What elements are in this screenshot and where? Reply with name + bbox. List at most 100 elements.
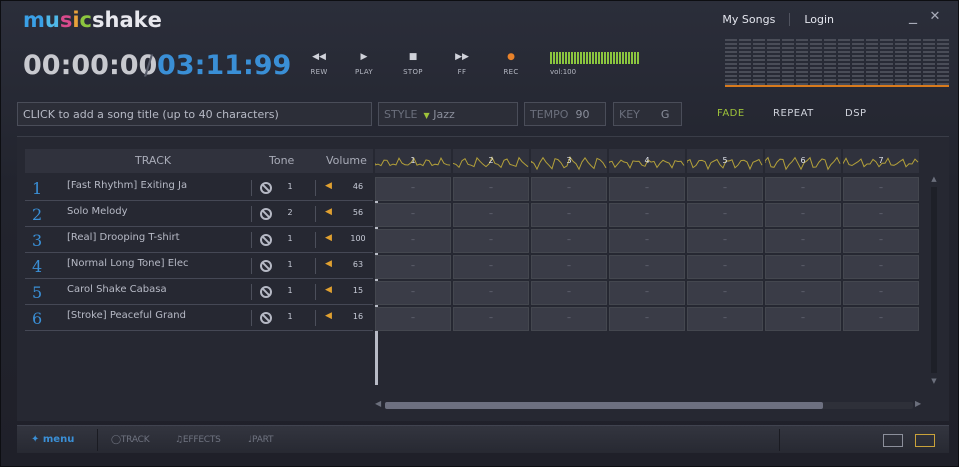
track-row[interactable]: 5 Carol Shake Cabasa 1 ◀ 15 [25,279,373,305]
effects-tool-button[interactable]: ♫EFFECTS [175,435,221,445]
track-volume[interactable]: 46 [343,182,373,191]
part-cell[interactable]: – [453,281,529,305]
track-tone[interactable]: 1 [283,182,297,191]
scroll-right-icon[interactable]: ▶ [915,399,921,408]
login-link[interactable]: Login [790,13,848,26]
part-cell[interactable]: – [843,203,919,227]
track-tone[interactable]: 1 [283,312,297,321]
mute-icon[interactable] [260,312,272,324]
track-name[interactable]: [Fast Rhythm] Exiting Ja [67,180,215,191]
track-name[interactable]: Carol Shake Cabasa [67,284,215,295]
part-cell[interactable]: – [843,177,919,201]
track-tool-button[interactable]: ◯TRACK [111,435,150,445]
mixer-view-icon[interactable] [915,434,935,447]
track-volume[interactable]: 16 [343,312,373,321]
part-cell[interactable]: – [375,255,451,279]
part-cell[interactable]: – [843,229,919,253]
part-cell[interactable]: – [609,203,685,227]
part-header[interactable]: 6 [765,149,841,173]
part-cell[interactable]: – [375,177,451,201]
part-cell[interactable]: – [765,281,841,305]
horizontal-scrollbar[interactable]: ◀ ▶ [375,399,923,411]
mute-icon[interactable] [260,234,272,246]
menu-button[interactable]: ✦ menu [31,434,74,445]
vertical-scroll-track[interactable] [931,187,937,373]
part-header[interactable]: 5 [687,149,763,173]
ff-button[interactable]: ▶▶ FF [444,51,480,76]
part-cell[interactable]: – [843,281,919,305]
my-songs-link[interactable]: My Songs [708,13,791,26]
fade-toggle[interactable]: FADE [717,108,745,119]
track-name[interactable]: Solo Melody [67,206,215,217]
part-cell[interactable]: – [453,229,529,253]
part-cell[interactable]: – [843,255,919,279]
part-cell[interactable]: – [375,229,451,253]
track-tone[interactable]: 1 [283,260,297,269]
song-title-input[interactable]: CLICK to add a song title (up to 40 char… [17,102,372,126]
part-cell[interactable]: – [765,255,841,279]
close-icon[interactable]: ✕ [927,9,943,25]
part-cell[interactable]: – [531,203,607,227]
part-cell[interactable]: – [453,307,529,331]
track-row[interactable]: 6 [Stroke] Peaceful Grand 1 ◀ 16 [25,305,373,331]
track-volume[interactable]: 100 [343,234,373,243]
part-cell[interactable]: – [765,307,841,331]
part-cell[interactable]: – [609,307,685,331]
part-cell[interactable]: – [531,177,607,201]
part-cell[interactable]: – [609,281,685,305]
part-cell[interactable]: – [687,229,763,253]
dsp-toggle[interactable]: DSP [845,108,867,119]
volume-slider[interactable] [550,52,640,64]
part-cell[interactable]: – [687,203,763,227]
track-tone[interactable]: 1 [283,234,297,243]
track-volume[interactable]: 63 [343,260,373,269]
part-header[interactable]: 4 [609,149,685,173]
stop-button[interactable]: ■ STOP [395,51,431,76]
rew-button[interactable]: ◀◀ REW [301,51,337,76]
track-tone[interactable]: 1 [283,286,297,295]
part-cell[interactable]: – [531,229,607,253]
part-cell[interactable]: – [687,307,763,331]
part-cell[interactable]: – [843,307,919,331]
part-tool-button[interactable]: ♩PART [248,435,274,445]
scroll-down-icon[interactable]: ▼ [929,377,939,385]
style-select[interactable]: STYLE ▼ Jazz [378,102,518,126]
mute-icon[interactable] [260,208,272,220]
mute-icon[interactable] [260,182,272,194]
track-name[interactable]: [Normal Long Tone] Elec [67,258,215,269]
part-cell[interactable]: – [453,177,529,201]
part-header[interactable]: 7 [843,149,919,173]
single-view-icon[interactable] [883,434,903,447]
mute-icon[interactable] [260,286,272,298]
track-row[interactable]: 1 [Fast Rhythm] Exiting Ja 1 ◀ 46 [25,175,373,201]
tempo-field[interactable]: TEMPO 90 [524,102,606,126]
horizontal-scroll-thumb[interactable] [385,402,823,409]
minimize-icon[interactable]: _ [905,7,921,23]
track-row[interactable]: 3 [Real] Drooping T-shirt 1 ◀ 100 [25,227,373,253]
part-cell[interactable]: – [609,229,685,253]
part-cell[interactable]: – [531,255,607,279]
part-cell[interactable]: – [375,307,451,331]
scroll-left-icon[interactable]: ◀ [375,399,381,408]
track-name[interactable]: [Stroke] Peaceful Grand [67,310,215,321]
scroll-up-icon[interactable]: ▲ [929,175,939,183]
part-header[interactable]: 3 [531,149,607,173]
part-cell[interactable]: – [765,203,841,227]
key-field[interactable]: KEY G [613,102,682,126]
track-row[interactable]: 2 Solo Melody 2 ◀ 56 [25,201,373,227]
track-name[interactable]: [Real] Drooping T-shirt [67,232,215,243]
mute-icon[interactable] [260,260,272,272]
part-cell[interactable]: – [375,281,451,305]
repeat-toggle[interactable]: REPEAT [773,108,814,119]
part-cell[interactable]: – [687,255,763,279]
rec-button[interactable]: ● REC [493,51,529,76]
vertical-scrollbar[interactable]: ▲ ▼ [929,175,939,387]
play-button[interactable]: ▶ PLAY [346,51,382,76]
track-row[interactable]: 4 [Normal Long Tone] Elec 1 ◀ 63 [25,253,373,279]
part-cell[interactable]: – [765,177,841,201]
part-cell[interactable]: – [531,307,607,331]
part-cell[interactable]: – [375,203,451,227]
part-header[interactable]: 2 [453,149,529,173]
part-header[interactable]: 1 [375,149,451,173]
part-cell[interactable]: – [687,281,763,305]
